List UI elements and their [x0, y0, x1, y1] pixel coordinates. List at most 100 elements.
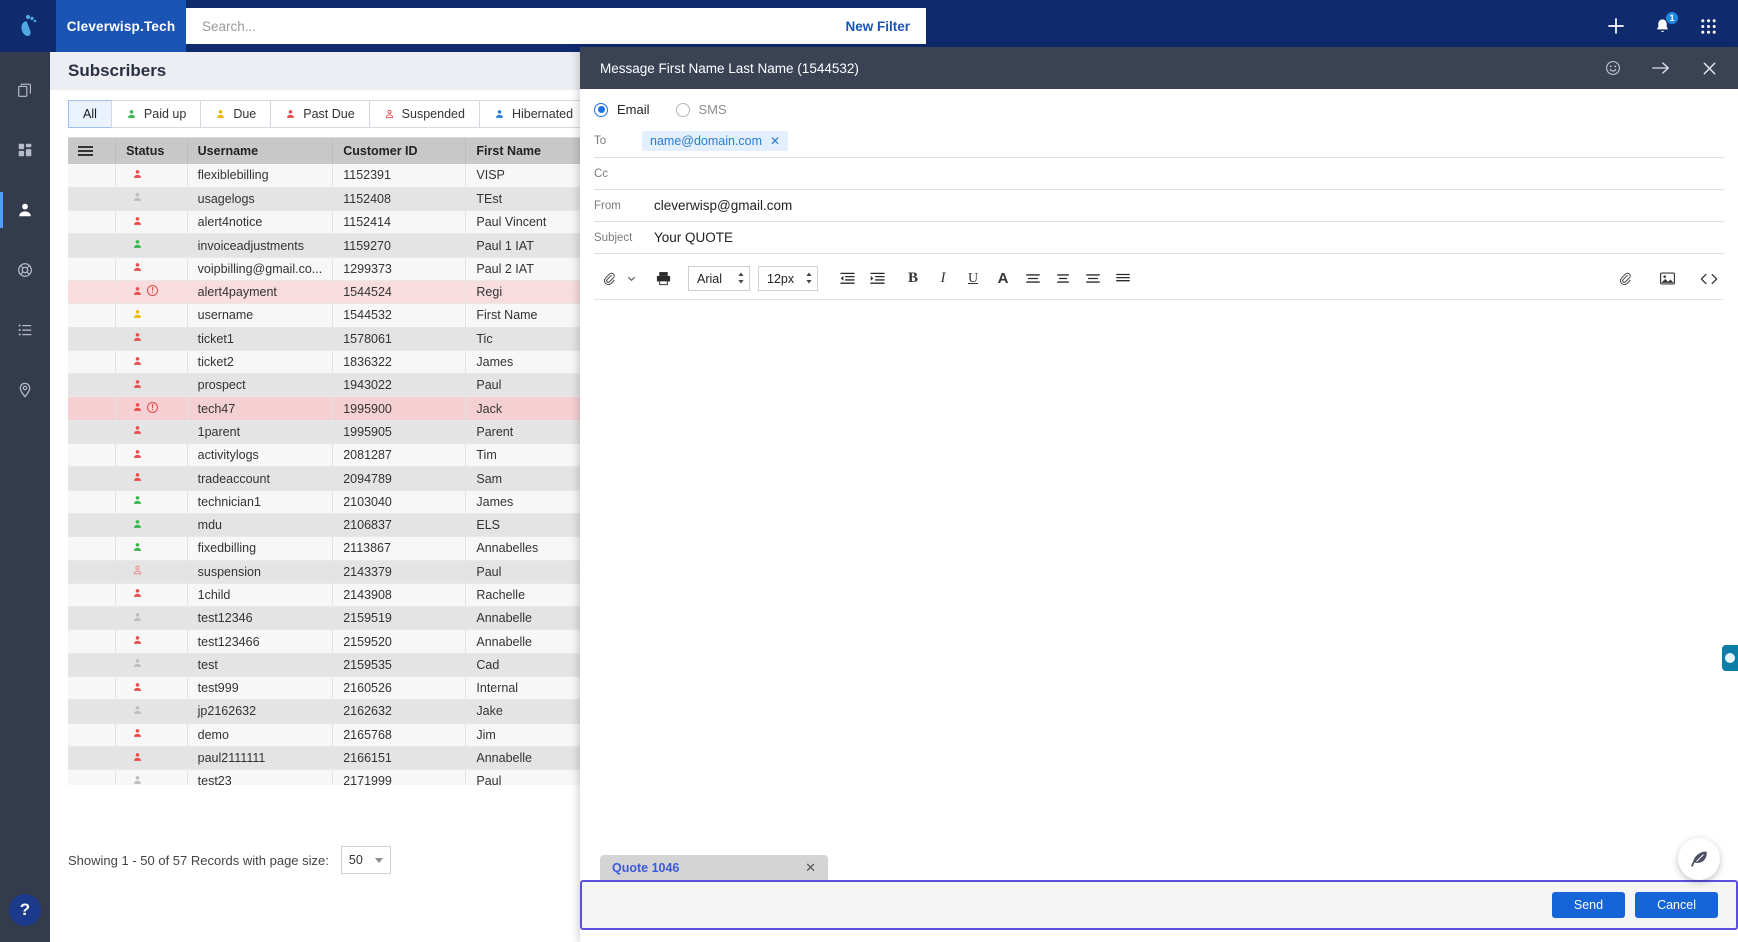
sidebar-item-subscribers[interactable] — [0, 190, 50, 230]
sidebar-item-map[interactable] — [0, 370, 50, 410]
radio-email[interactable]: Email — [594, 102, 650, 117]
feather-assistant-widget[interactable] — [1678, 838, 1720, 880]
code-icon[interactable] — [1694, 264, 1724, 294]
row-handle[interactable] — [68, 396, 117, 421]
print-icon[interactable] — [648, 264, 678, 294]
subject-field-row[interactable]: Subject Your QUOTE — [594, 222, 1724, 254]
brand-tab[interactable]: Cleverwisp.Tech — [56, 0, 186, 52]
row-handle[interactable] — [68, 490, 117, 514]
paperclip-icon[interactable] — [1610, 264, 1640, 294]
radio-sms[interactable]: SMS — [675, 102, 727, 117]
row-handle[interactable] — [68, 373, 117, 398]
row-handle[interactable] — [68, 257, 117, 281]
row-handle[interactable] — [68, 653, 117, 678]
row-handle[interactable] — [68, 723, 117, 747]
recipient-chip-remove-icon[interactable]: ✕ — [770, 134, 780, 148]
row-handle[interactable] — [68, 350, 117, 375]
page-size-select[interactable]: 102550100 — [340, 846, 391, 874]
font-family-select[interactable]: ArialTimes New RomanCourier NewGeorgia — [688, 266, 750, 291]
tab-due[interactable]: Due — [200, 100, 272, 128]
align-right-icon[interactable] — [1078, 264, 1108, 294]
cell-username: tradeaccount — [187, 466, 334, 491]
row-handle[interactable] — [68, 629, 117, 654]
row-handle[interactable] — [68, 699, 117, 724]
sidebar-item-copy[interactable] — [0, 70, 50, 110]
status-badge — [115, 536, 188, 561]
row-handle[interactable] — [68, 466, 117, 491]
row-handle[interactable] — [68, 280, 117, 305]
chat-launcher-widget[interactable] — [1722, 645, 1738, 671]
page-size-wrapper: 102550100 — [340, 846, 391, 874]
row-handle[interactable] — [68, 303, 117, 328]
bold-icon[interactable]: B — [898, 264, 928, 294]
from-field-row[interactable]: From cleverwisp@gmail.com — [594, 190, 1724, 222]
row-handle[interactable] — [68, 210, 117, 235]
column-header-username[interactable]: Username — [187, 138, 334, 164]
row-handle[interactable] — [68, 536, 117, 561]
new-filter-button[interactable]: New Filter — [845, 19, 910, 34]
row-handle[interactable] — [68, 583, 117, 608]
dashboard-icon — [18, 143, 32, 157]
tab-hibernated[interactable]: Hibernated — [478, 100, 589, 128]
row-handle[interactable] — [68, 233, 117, 258]
person-icon — [134, 333, 142, 342]
column-header-customer-id[interactable]: Customer ID — [332, 138, 467, 164]
row-handle[interactable] — [68, 164, 117, 188]
outdent-icon[interactable] — [832, 264, 862, 294]
sidebar-item-reports[interactable] — [0, 310, 50, 350]
tab-all[interactable]: All — [68, 100, 112, 128]
row-handle[interactable] — [68, 187, 117, 212]
italic-icon[interactable]: I — [928, 264, 958, 294]
tab-past-due[interactable]: Past Due — [270, 100, 370, 128]
person-icon — [134, 612, 142, 621]
app-logo[interactable] — [0, 0, 56, 52]
row-handle[interactable] — [68, 746, 117, 771]
align-center-icon[interactable] — [1048, 264, 1078, 294]
underline-icon[interactable]: U — [958, 264, 988, 294]
font-size-select[interactable]: 8px10px12px14px18px24px — [758, 266, 818, 291]
to-label: To — [594, 135, 607, 147]
emoji-icon[interactable] — [1605, 60, 1621, 76]
row-handle[interactable] — [68, 606, 117, 631]
status-badge — [115, 629, 188, 654]
row-handle[interactable] — [68, 676, 117, 701]
tab-suspended[interactable]: Suspended — [368, 100, 480, 128]
apps-grid-icon[interactable] — [1696, 14, 1720, 38]
add-icon[interactable] — [1604, 14, 1628, 38]
indent-icon[interactable] — [862, 264, 892, 294]
image-icon[interactable] — [1652, 264, 1682, 294]
message-body-editor[interactable] — [594, 300, 1724, 770]
row-handle[interactable] — [68, 769, 117, 785]
row-handle[interactable] — [68, 420, 117, 445]
send-button[interactable]: Send — [1551, 892, 1626, 918]
cell-username: test12346 — [187, 606, 334, 631]
sidebar-item-dashboard[interactable] — [0, 130, 50, 170]
notifications-bell-icon[interactable]: 1 — [1650, 11, 1679, 38]
cancel-button[interactable]: Cancel — [1635, 892, 1718, 918]
attachment-tab-close-icon[interactable]: ✕ — [805, 860, 816, 876]
row-handle[interactable] — [68, 560, 117, 584]
cc-field-row[interactable]: Cc — [594, 158, 1724, 190]
column-header-status[interactable]: Status — [115, 138, 188, 164]
attachment-tab-quote[interactable]: Quote 1046 ✕ — [600, 855, 828, 881]
row-handle[interactable] — [68, 443, 117, 468]
sidebar-item-support[interactable] — [0, 250, 50, 290]
copy-icon — [18, 83, 31, 97]
recipient-chip[interactable]: name@domain.com ✕ — [642, 131, 789, 151]
attachment-icon[interactable] — [594, 264, 624, 294]
row-handle[interactable] — [68, 513, 117, 538]
table-menu-header[interactable] — [68, 138, 117, 164]
row-handle[interactable] — [68, 327, 117, 351]
person-icon — [134, 543, 142, 551]
search-input[interactable] — [202, 11, 762, 41]
tab-paid-up[interactable]: Paid up — [110, 100, 202, 128]
attachment-dropdown-caret-icon[interactable] — [624, 264, 638, 294]
text-color-icon[interactable]: A — [988, 264, 1018, 294]
hamburger-icon[interactable] — [78, 146, 93, 156]
help-button[interactable]: ? — [9, 894, 41, 926]
align-left-icon[interactable] — [1018, 264, 1048, 294]
cell-customer-id: 1159270 — [332, 233, 467, 258]
arrow-right-icon[interactable] — [1651, 60, 1671, 76]
align-justify-icon[interactable] — [1108, 264, 1138, 294]
close-icon[interactable] — [1701, 60, 1718, 77]
